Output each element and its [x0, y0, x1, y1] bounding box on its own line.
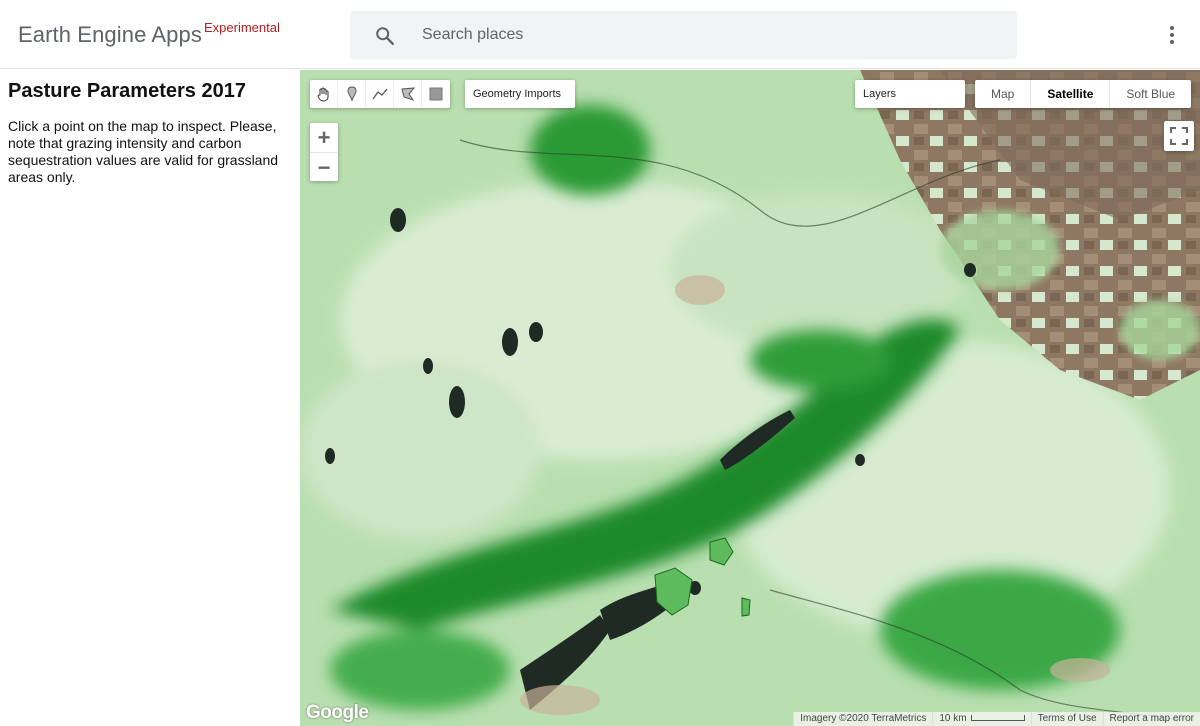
app-brand[interactable]: Earth Engine Apps: [18, 22, 202, 48]
panel-description: Click a point on the map to inspect. Ple…: [8, 118, 279, 185]
drawing-toolbar: [310, 80, 450, 108]
experimental-badge: Experimental: [204, 20, 280, 35]
google-logo: Google: [306, 702, 369, 723]
report-error-link[interactable]: Report a map error: [1102, 712, 1200, 726]
terms-link[interactable]: Terms of Use: [1030, 712, 1103, 726]
map-type-satellite[interactable]: Satellite: [1031, 80, 1111, 108]
scale-label: 10 km: [939, 713, 967, 724]
polygon-icon[interactable]: [394, 80, 422, 108]
line-icon[interactable]: [366, 80, 394, 108]
zoom-out-button[interactable]: −: [310, 153, 338, 182]
more-vert-icon[interactable]: [1162, 23, 1182, 47]
scale-bar: [970, 715, 1025, 722]
search-input[interactable]: [410, 14, 1000, 56]
map-attribution: Imagery ©2020 TerraMetrics 10 km Terms o…: [793, 712, 1200, 726]
fullscreen-icon: [1170, 127, 1188, 145]
zoom-control: + −: [310, 123, 338, 181]
layers-button[interactable]: Layers: [855, 80, 965, 108]
geometry-imports-button[interactable]: Geometry Imports: [465, 80, 575, 108]
map-type-selector: Map Satellite Soft Blue: [975, 80, 1192, 108]
app-header: Earth Engine Apps Experimental: [0, 0, 1200, 69]
map-canvas[interactable]: Geometry Imports Layers Map Satellite So…: [300, 70, 1200, 726]
zoom-in-button[interactable]: +: [310, 123, 338, 153]
rectangle-icon[interactable]: [422, 80, 450, 108]
hand-icon[interactable]: [310, 80, 338, 108]
scale-control[interactable]: 10 km: [932, 712, 1031, 726]
map-type-soft-blue[interactable]: Soft Blue: [1110, 80, 1191, 108]
fullscreen-button[interactable]: [1164, 121, 1194, 151]
search-icon[interactable]: [374, 25, 396, 47]
map-type-map[interactable]: Map: [975, 80, 1032, 108]
satellite-imagery[interactable]: [300, 70, 1200, 726]
imagery-credit: Imagery ©2020 TerraMetrics: [793, 712, 933, 726]
placemark-icon[interactable]: [338, 80, 366, 108]
side-panel: Pasture Parameters 2017 Click a point on…: [0, 70, 300, 726]
panel-title: Pasture Parameters 2017: [8, 80, 246, 102]
